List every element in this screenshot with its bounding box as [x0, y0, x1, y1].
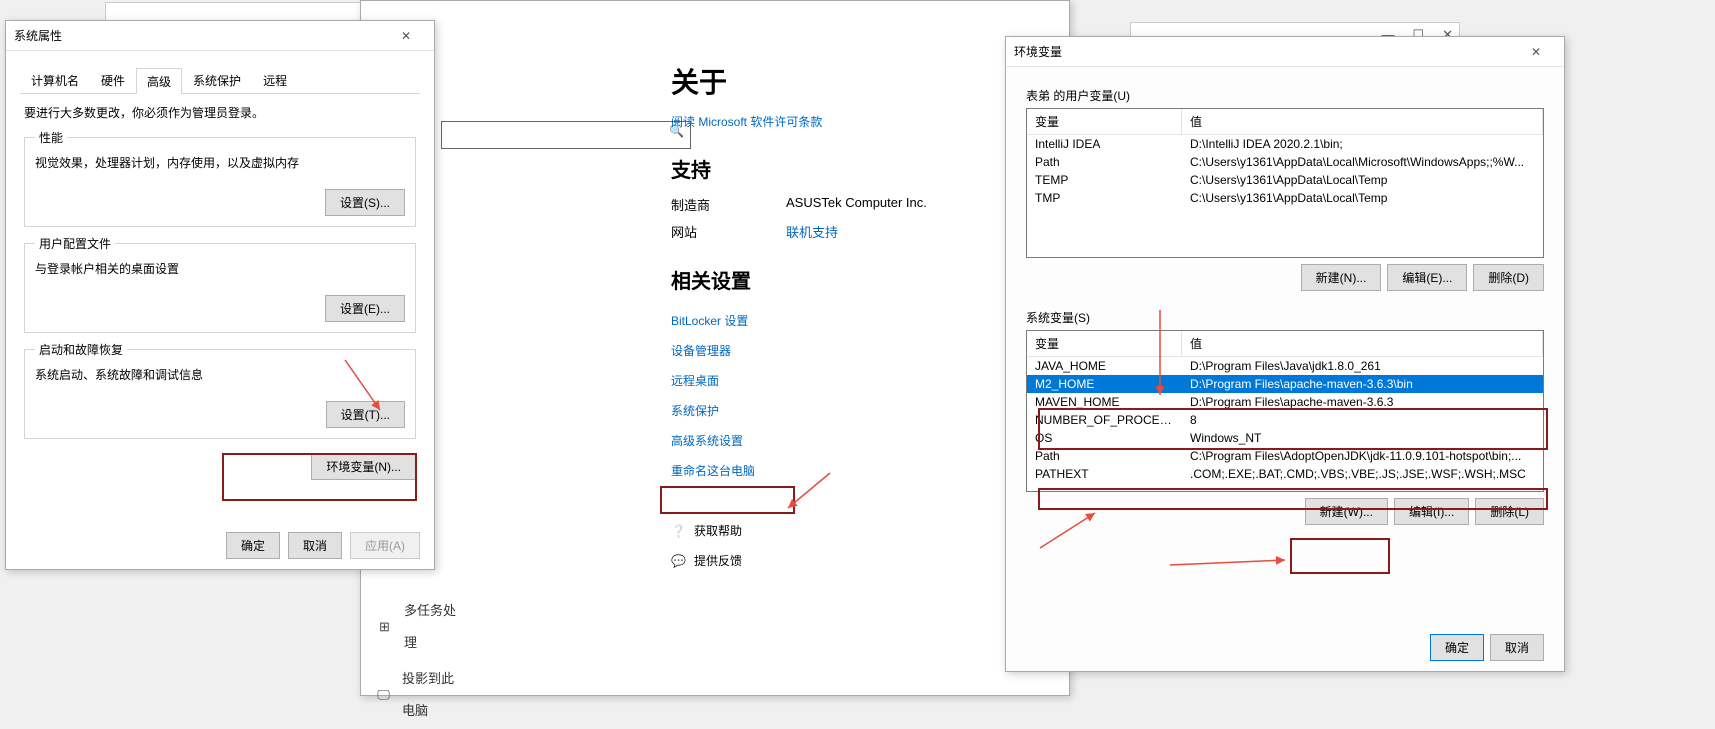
env-ok-button[interactable]: 确定	[1430, 634, 1484, 661]
ok-button[interactable]: 确定	[226, 532, 280, 559]
about-heading: 关于	[671, 61, 1049, 101]
admin-note: 要进行大多数更改，你必须作为管理员登录。	[24, 104, 416, 121]
tab-高级[interactable]: 高级	[136, 68, 182, 94]
maker-label: 制造商	[671, 195, 786, 214]
startup-legend: 启动和故障恢复	[35, 341, 127, 358]
table-row[interactable]: MAVEN_HOMED:\Program Files\apache-maven-…	[1027, 393, 1543, 411]
col-var[interactable]: 变量	[1027, 109, 1182, 134]
perf-desc: 视觉效果，处理器计划，内存使用，以及虚拟内存	[35, 154, 405, 171]
table-row[interactable]: M2_HOMED:\Program Files\apache-maven-3.6…	[1027, 375, 1543, 393]
sysprops-title: 系统属性	[14, 27, 62, 44]
settings-about-window: 🔍 操作 手 睡眠 ⊞多任务处理 🖵投影到此电脑 关于 阅读 Microsoft…	[360, 0, 1070, 696]
apply-button: 应用(A)	[350, 532, 420, 559]
link-sysprotect[interactable]: 系统保护	[671, 396, 1049, 426]
table-row[interactable]: IntelliJ IDEAD:\IntelliJ IDEA 2020.2.1\b…	[1027, 135, 1543, 153]
help-icon: ❔	[671, 524, 686, 538]
perf-legend: 性能	[35, 129, 67, 146]
close-icon[interactable]: ✕	[1516, 40, 1556, 64]
table-row[interactable]: TMPC:\Users\y1361\AppData\Local\Temp	[1027, 189, 1543, 207]
license-link[interactable]: 阅读 Microsoft 软件许可条款	[671, 113, 1049, 130]
env-vars-button[interactable]: 环境变量(N)...	[311, 453, 416, 480]
table-row[interactable]: PathC:\Users\y1361\AppData\Local\Microso…	[1027, 153, 1543, 171]
link-rename[interactable]: 重命名这台电脑	[671, 456, 1049, 486]
profiles-settings-button[interactable]: 设置(E)...	[325, 295, 405, 322]
tab-系统保护[interactable]: 系统保护	[182, 67, 252, 93]
user-edit-button[interactable]: 编辑(E)...	[1387, 264, 1467, 291]
sidebar-project[interactable]: 🖵投影到此电脑	[371, 661, 471, 729]
startup-desc: 系统启动、系统故障和调试信息	[35, 366, 405, 383]
table-row[interactable]: PATHEXT.COM;.EXE;.BAT;.CMD;.VBS;.VBE;.JS…	[1027, 465, 1543, 483]
user-new-button[interactable]: 新建(N)...	[1301, 264, 1382, 291]
feedback-link[interactable]: 💬提供反馈	[671, 546, 1049, 576]
startup-settings-button[interactable]: 设置(T)...	[326, 401, 405, 428]
user-vars-label: 表弟 的用户变量(U)	[1026, 87, 1544, 104]
sys-vars-label: 系统变量(S)	[1026, 309, 1544, 326]
cancel-button[interactable]: 取消	[288, 532, 342, 559]
maker-value: ASUSTek Computer Inc.	[786, 195, 927, 214]
table-row[interactable]: PathC:\Program Files\AdoptOpenJDK\jdk-11…	[1027, 447, 1543, 465]
profiles-legend: 用户配置文件	[35, 235, 115, 252]
sidebar-multitask[interactable]: ⊞多任务处理	[371, 593, 471, 661]
env-title: 环境变量	[1014, 43, 1062, 60]
table-row[interactable]: OSWindows_NT	[1027, 429, 1543, 447]
link-advsys[interactable]: 高级系统设置	[671, 426, 1049, 456]
perf-settings-button[interactable]: 设置(S)...	[325, 189, 405, 216]
user-del-button[interactable]: 删除(D)	[1473, 264, 1544, 291]
sys-del-button[interactable]: 删除(L)	[1475, 498, 1544, 525]
col-val[interactable]: 值	[1182, 331, 1543, 356]
site-link[interactable]: 联机支持	[786, 222, 838, 241]
tab-硬件[interactable]: 硬件	[90, 67, 136, 93]
sys-edit-button[interactable]: 编辑(I)...	[1394, 498, 1469, 525]
table-row[interactable]: TEMPC:\Users\y1361\AppData\Local\Temp	[1027, 171, 1543, 189]
link-devicemgr[interactable]: 设备管理器	[671, 336, 1049, 366]
link-remotedesktop[interactable]: 远程桌面	[671, 366, 1049, 396]
system-properties-dialog: 系统属性 ✕ 计算机名硬件高级系统保护远程 要进行大多数更改，你必须作为管理员登…	[5, 20, 435, 570]
link-bitlocker[interactable]: BitLocker 设置	[671, 306, 1049, 336]
tab-计算机名[interactable]: 计算机名	[20, 67, 90, 93]
env-vars-dialog: 环境变量 ✕ 表弟 的用户变量(U) 变量值 IntelliJ IDEAD:\I…	[1005, 36, 1565, 672]
related-heading: 相关设置	[671, 265, 1049, 294]
help-link[interactable]: ❔获取帮助	[671, 516, 1049, 546]
table-row[interactable]: NUMBER_OF_PROCESSORS8	[1027, 411, 1543, 429]
col-val[interactable]: 值	[1182, 109, 1543, 134]
env-cancel-button[interactable]: 取消	[1490, 634, 1544, 661]
feedback-icon: 💬	[671, 554, 686, 568]
search-input[interactable]	[448, 124, 668, 138]
sysprops-tabs: 计算机名硬件高级系统保护远程	[20, 67, 420, 94]
site-label: 网站	[671, 222, 786, 241]
support-heading: 支持	[671, 154, 1049, 183]
close-icon[interactable]: ✕	[386, 24, 426, 48]
tab-远程[interactable]: 远程	[252, 67, 298, 93]
col-var[interactable]: 变量	[1027, 331, 1182, 356]
profiles-desc: 与登录帐户相关的桌面设置	[35, 260, 405, 277]
multitask-icon: ⊞	[377, 611, 392, 643]
table-row[interactable]: JAVA_HOMED:\Program Files\Java\jdk1.8.0_…	[1027, 357, 1543, 375]
sys-new-button[interactable]: 新建(W)...	[1305, 498, 1388, 525]
project-icon: 🖵	[377, 679, 390, 711]
settings-search[interactable]: 🔍	[441, 121, 691, 149]
